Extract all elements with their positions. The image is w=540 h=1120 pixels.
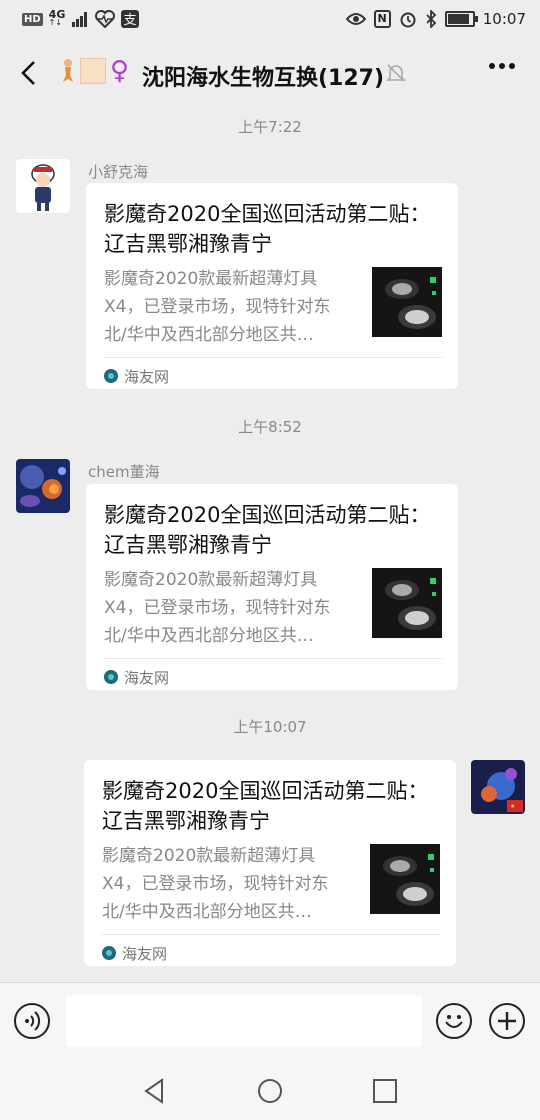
title-emoji-group: ♀ [60, 58, 129, 84]
signal-icon [72, 12, 88, 27]
svg-text:★: ★ [510, 803, 515, 810]
timestamp: 上午8:52 [238, 418, 302, 436]
message-input[interactable] [66, 995, 422, 1047]
avatar[interactable] [16, 159, 70, 213]
link-card[interactable]: 影魔奇2020全国巡回活动第二贴： 辽吉黑鄂湘豫青宁 影魔奇2020款最新超薄灯… [84, 760, 456, 966]
network-icon: 4G ↑↓ [48, 9, 66, 27]
link-card[interactable]: 影魔奇2020全国巡回活动第二贴： 辽吉黑鄂湘豫青宁 影魔奇2020款最新超薄灯… [86, 183, 458, 389]
card-source: 海友网 [122, 944, 168, 963]
back-triangle-icon[interactable] [140, 1076, 170, 1106]
smiley-icon [445, 1015, 463, 1028]
hd-icon: HD [22, 12, 43, 26]
mute-bell-icon [386, 64, 406, 82]
card-title: 影魔奇2020全国巡回活动第二贴： 辽吉黑鄂湘豫青宁 [104, 202, 431, 256]
mermaid-emoji-icon [63, 59, 73, 82]
timestamp: 上午10:07 [233, 718, 307, 736]
svg-text:支: 支 [124, 13, 137, 28]
voice-input-button[interactable] [14, 1003, 50, 1039]
sender-name: chem董海 [88, 463, 160, 481]
site-logo-icon [104, 369, 118, 383]
network-sub-label: ↑↓ [48, 18, 63, 27]
site-logo-icon [104, 670, 118, 684]
avatar-own-icon: ★ [471, 760, 525, 814]
clock-time: 10:07 [482, 10, 526, 28]
site-logo-icon [102, 946, 116, 960]
card-title: 影魔奇2020全国巡回活动第二贴： 辽吉黑鄂湘豫青宁 [102, 779, 429, 833]
card-description: 影魔奇2020款最新超薄灯具X4，已登录市场，现特针对东北/华中及西北部分地区共… [102, 846, 329, 922]
health-heart-icon [95, 10, 116, 28]
system-nav-bar [0, 1066, 540, 1120]
card-description: 影魔奇2020款最新超薄灯具X4，已登录市场，现特针对东北/华中及西北部分地区共… [104, 570, 331, 646]
bluetooth-icon [426, 10, 437, 28]
avatar[interactable] [16, 459, 70, 513]
alarm-icon [400, 12, 416, 28]
chat-title: 沈阳海水生物互换(127) [142, 66, 385, 91]
voice-icon [25, 1011, 41, 1031]
emoji-button[interactable] [436, 1003, 472, 1039]
home-circle-icon[interactable] [255, 1076, 285, 1106]
link-card[interactable]: 影魔奇2020全国巡回活动第二贴： 辽吉黑鄂湘豫青宁 影魔奇2020款最新超薄灯… [86, 484, 458, 690]
eye-icon [345, 13, 366, 25]
card-source: 海友网 [124, 668, 170, 687]
avatar[interactable]: ★ [471, 760, 525, 814]
card-thumbnail [372, 568, 442, 638]
card-title: 影魔奇2020全国巡回活动第二贴： 辽吉黑鄂湘豫青宁 [104, 503, 431, 557]
card-thumbnail [370, 844, 440, 914]
avatar-figure-icon [16, 159, 70, 213]
alipay-icon: 支 [121, 10, 140, 28]
more-options-icon[interactable] [488, 62, 516, 70]
battery-icon [444, 11, 478, 27]
chat-header: ♀ 沈阳海水生物互换(127) [0, 40, 540, 106]
more-functions-button[interactable] [489, 1003, 525, 1039]
input-bar [0, 982, 540, 1067]
status-bar: HD 4G ↑↓ 支 N 10:07 [0, 0, 540, 40]
sender-name: 小舒克海 [88, 163, 149, 181]
card-thumbnail [372, 267, 442, 337]
timestamp: 上午7:22 [238, 118, 302, 136]
card-description: 影魔奇2020款最新超薄灯具X4，已登录市场，现特针对东北/华中及西北部分地区共… [104, 269, 331, 345]
female-sign-icon: ♀ [110, 56, 130, 86]
card-source: 海友网 [124, 367, 170, 386]
back-arrow-icon[interactable] [16, 58, 42, 88]
nfc-icon: N [373, 10, 391, 28]
recents-square-icon[interactable] [370, 1076, 400, 1106]
avatar-aquarium-icon [16, 459, 70, 513]
color-block-emoji-icon [80, 58, 106, 84]
plus-icon [498, 1012, 516, 1030]
